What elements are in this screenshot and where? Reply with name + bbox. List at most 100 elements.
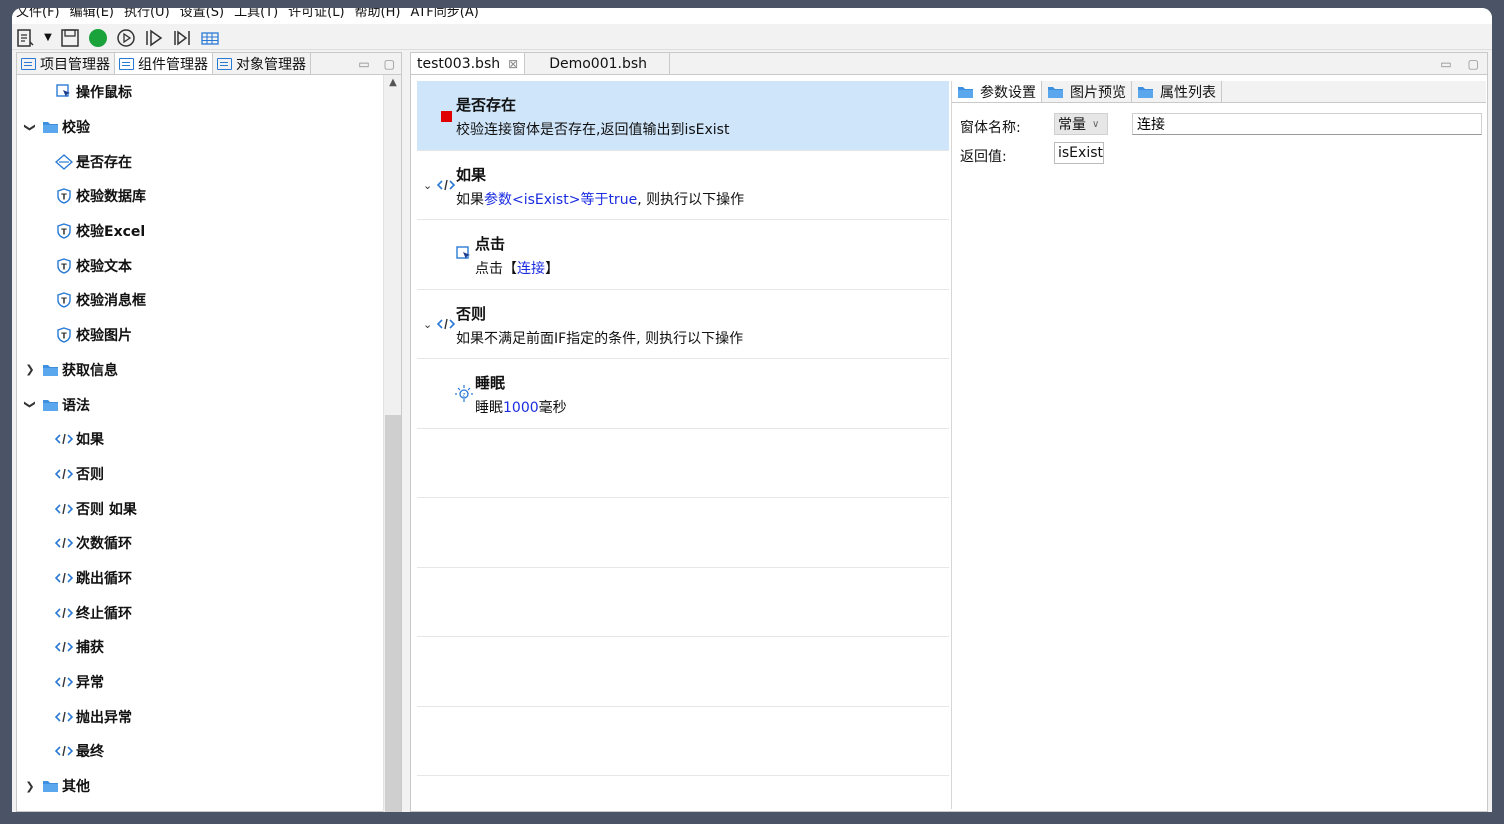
chevron-down-icon[interactable]: ⌄ <box>423 179 432 192</box>
tree-leaf[interactable]: 最终 <box>17 734 385 769</box>
code-icon <box>55 605 73 621</box>
chevron-down-icon[interactable]: ⌄ <box>423 318 432 331</box>
chevron-right-icon[interactable]: ❯ <box>23 780 37 793</box>
window-name-label: 窗体名称: <box>960 120 1021 136</box>
code-icon <box>437 177 455 193</box>
step-title: 睡眠 <box>475 374 506 392</box>
window-type-value: 常量 <box>1058 117 1086 133</box>
step-row[interactable]: ⌄ 如果 如果参数<isExist>等于true, 则执行以下操作 <box>417 151 949 220</box>
tree-leaf[interactable]: 跳出循环 <box>17 561 385 596</box>
run-button[interactable] <box>87 27 109 49</box>
panel-icon <box>217 57 232 70</box>
sleep-icon: z <box>455 385 473 402</box>
empty-step-row[interactable] <box>417 568 949 637</box>
menu-item[interactable]: 工具(T) <box>234 8 278 24</box>
tree-leaf[interactable]: 抛出异常 <box>17 699 385 734</box>
menu-item[interactable]: 执行(U) <box>124 8 170 24</box>
minimize-icon[interactable]: ▭ <box>1440 57 1451 71</box>
tree-item-label: 是否存在 <box>76 154 132 171</box>
chevron-right-icon[interactable]: ❯ <box>23 363 37 376</box>
tree-leaf[interactable]: T 校验文本 <box>17 248 385 283</box>
list-dropdown-button[interactable] <box>15 27 37 49</box>
step-description: 如果参数<isExist>等于true, 则执行以下操作 <box>456 189 744 209</box>
return-value-label: 返回值: <box>960 149 1007 165</box>
step-over-button[interactable] <box>171 27 193 49</box>
window-name-field[interactable] <box>1132 113 1482 135</box>
tree-leaf[interactable]: 捕获 <box>17 630 385 665</box>
tree-leaf[interactable]: 异常 <box>17 665 385 700</box>
editor-controls: ▭ ▢ <box>1440 53 1487 74</box>
svg-text:T: T <box>61 262 67 271</box>
tree-folder[interactable]: ❯ 语法 <box>17 387 385 422</box>
tree-scrollbar[interactable]: ▲ <box>383 75 401 812</box>
tab-left-1[interactable]: 组件管理器 <box>115 53 213 74</box>
step-description: 校验连接窗体是否存在,返回值输出到isExist <box>456 119 729 139</box>
tree-item-label: 终止循环 <box>76 605 132 622</box>
tree-leaf[interactable]: T 校验图片 <box>17 318 385 353</box>
step-row[interactable]: 是否存在 校验连接窗体是否存在,返回值输出到isExist <box>417 81 949 151</box>
step-row[interactable]: ⌄ 否则 如果不满足前面IF指定的条件, 则执行以下操作 <box>417 290 949 359</box>
properties-tabs: 参数设置 图片预览 属性列表 <box>952 81 1486 103</box>
tree-leaf[interactable]: 否则 如果 <box>17 491 385 526</box>
tab-left-2[interactable]: 对象管理器 <box>213 53 311 74</box>
scrollbar-thumb[interactable] <box>385 415 401 812</box>
tab-left-0[interactable]: 项目管理器 <box>17 53 115 74</box>
minimize-icon[interactable]: ▭ <box>358 57 369 71</box>
folder-icon <box>41 119 59 135</box>
window-type-select[interactable]: 常量 ∨ <box>1054 113 1108 135</box>
tree-item-label: 校验 <box>62 120 90 137</box>
tree-leaf[interactable]: 操作鼠标 <box>17 75 385 110</box>
tab-editor-0[interactable]: test003.bsh ⊠ <box>411 53 526 74</box>
tree-folder[interactable]: ❯ 获取信息 <box>17 353 385 388</box>
close-icon[interactable]: ⊠ <box>508 57 518 71</box>
tree-folder[interactable]: ❯ 其他 <box>17 769 385 804</box>
tab-label: 组件管理器 <box>138 56 208 73</box>
tree-leaf[interactable]: 如果 <box>17 422 385 457</box>
step-row[interactable]: 点击 点击【连接】 <box>417 220 949 290</box>
play-button[interactable] <box>115 27 137 49</box>
empty-step-row[interactable] <box>417 498 949 568</box>
scroll-up-icon[interactable]: ▲ <box>384 77 402 88</box>
menu-item[interactable]: 编辑(E) <box>70 8 114 24</box>
tree-leaf[interactable]: 次数循环 <box>17 526 385 561</box>
step-list: 是否存在 校验连接窗体是否存在,返回值输出到isExist ⌄ 如果 如果参数<isEx… <box>417 81 949 812</box>
dropdown-arrow-button[interactable]: ▼ <box>43 27 53 49</box>
tree-leaf[interactable]: 否则 <box>17 457 385 492</box>
tree-leaf[interactable]: T 校验数据库 <box>17 179 385 214</box>
tab-properties-1[interactable]: 图片预览 <box>1042 81 1132 102</box>
mouse-cursor-icon <box>455 246 473 262</box>
menu-item[interactable]: 文件(F) <box>16 8 60 24</box>
menu-item[interactable]: ATF同步(A) <box>410 8 478 24</box>
step-param: 参数<isExist>等于true <box>484 191 638 208</box>
table-button[interactable] <box>199 27 221 49</box>
chevron-down-icon[interactable]: ❯ <box>24 398 37 412</box>
tree-item-label: 语法 <box>62 397 90 414</box>
maximize-icon[interactable]: ▢ <box>1468 57 1479 71</box>
tab-label: Demo001.bsh <box>549 55 648 72</box>
tree-item-label: 如果 <box>76 432 104 449</box>
empty-step-row[interactable] <box>417 637 949 707</box>
code-icon <box>55 639 73 655</box>
empty-step-row[interactable] <box>417 707 949 776</box>
tab-properties-0[interactable]: 参数设置 <box>952 81 1042 102</box>
return-value-field[interactable]: isExist <box>1054 142 1104 164</box>
step-run-button[interactable] <box>143 27 165 49</box>
chevron-down-icon[interactable]: ❯ <box>24 120 37 134</box>
tab-properties-2[interactable]: 属性列表 <box>1132 81 1222 102</box>
maximize-icon[interactable]: ▢ <box>384 57 395 71</box>
panel-icon <box>21 57 36 70</box>
tree-leaf[interactable]: T 校验消息框 <box>17 283 385 318</box>
tree-leaf[interactable]: 是否存在 <box>17 144 385 179</box>
tab-editor-1[interactable]: Demo001.bsh <box>525 53 671 74</box>
menu-item[interactable]: 许可证(L) <box>288 8 344 24</box>
tree-leaf[interactable]: 终止循环 <box>17 595 385 630</box>
save-button[interactable] <box>59 27 81 49</box>
tree-folder[interactable]: ❯ 校验 <box>17 110 385 145</box>
breakpoint-marker[interactable] <box>441 111 452 122</box>
tree-leaf[interactable]: T 校验Excel <box>17 214 385 249</box>
menu-item[interactable]: 设置(S) <box>180 8 224 24</box>
step-row[interactable]: z 睡眠 睡眠1000毫秒 <box>417 359 949 429</box>
empty-step-row[interactable] <box>417 429 949 498</box>
editor-tabs: test003.bsh ⊠ Demo001.bsh ▭ ▢ <box>411 53 1487 75</box>
menu-item[interactable]: 帮助(H) <box>355 8 401 24</box>
